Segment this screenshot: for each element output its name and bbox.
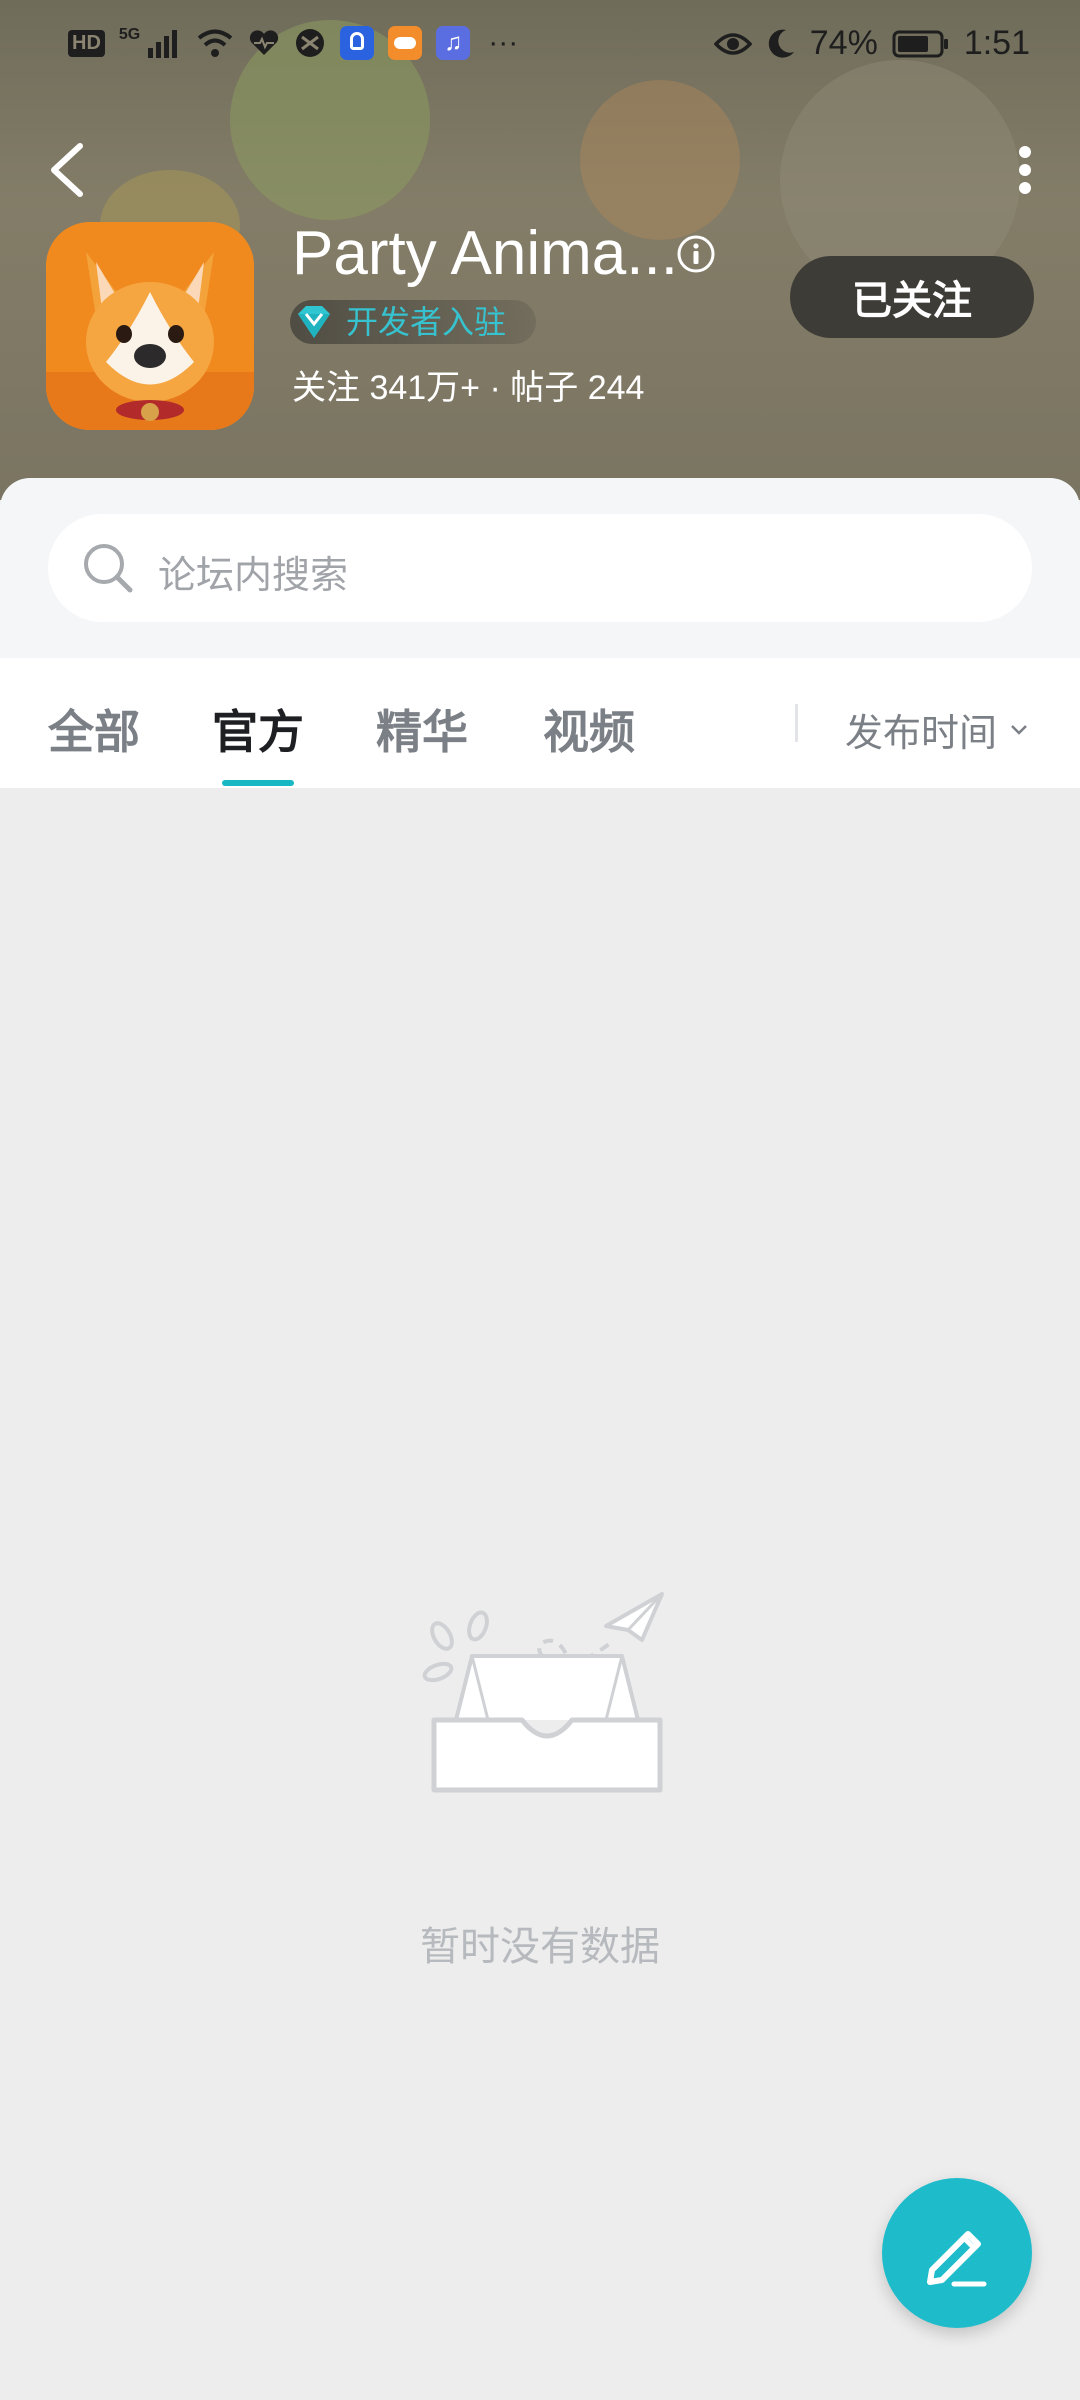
wifi-icon <box>197 29 233 57</box>
tab-divider <box>795 704 798 742</box>
eye-comfort-icon <box>713 32 752 55</box>
sort-dropdown[interactable]: 发布时间 <box>845 702 1029 757</box>
forum-header: HD 5G ♫ ··· 74% 1:51 Party Anima... 开发者入… <box>0 0 1080 500</box>
corgi-logo-image <box>46 222 254 430</box>
empty-inbox-icon <box>422 1592 664 1793</box>
tab-all[interactable]: 全部 <box>48 696 140 762</box>
clock: 1:51 <box>963 24 1030 62</box>
heart-rate-icon <box>250 30 279 55</box>
battery-percent: 74% <box>809 24 878 62</box>
search-icon <box>84 544 133 593</box>
moon-icon <box>768 29 794 58</box>
browser-icon <box>296 29 325 57</box>
more-notifications-label: ··· <box>488 26 519 59</box>
search-placeholder: 论坛内搜索 <box>158 555 349 597</box>
background-blob <box>580 80 740 240</box>
info-icon[interactable] <box>676 234 716 274</box>
compose-post-button[interactable] <box>882 2178 1032 2328</box>
more-vertical-icon[interactable] <box>1010 140 1040 200</box>
forum-app-icon[interactable] <box>46 222 254 430</box>
edit-pen-icon <box>927 2231 987 2287</box>
status-bar: HD 5G ♫ ··· 74% 1:51 <box>0 0 1080 90</box>
signal-icon <box>148 30 178 58</box>
hd-label: HD <box>68 29 105 57</box>
developer-badge: 开发者入驻 <box>290 300 537 344</box>
forum-title: Party Anima... <box>292 219 678 288</box>
tab-official[interactable]: 官方 <box>212 696 304 762</box>
game-app-icon <box>388 26 423 60</box>
diamond-icon <box>298 306 330 338</box>
back-arrow-icon[interactable] <box>44 140 92 200</box>
network-type-label: 5G <box>118 26 141 43</box>
tips-app-icon <box>340 26 375 60</box>
empty-state-message: 暂时没有数据 <box>420 1925 660 1969</box>
search-input[interactable]: 论坛内搜索 <box>48 514 1032 622</box>
follow-button[interactable]: 已关注 <box>790 256 1034 338</box>
tab-featured[interactable]: 精华 <box>376 696 468 762</box>
tab-video[interactable]: 视频 <box>543 696 635 762</box>
sort-label: 发布时间 <box>845 713 998 755</box>
active-tab-indicator <box>222 780 294 786</box>
tab-bar: 全部 官方 精华 视频 发布时间 <box>0 658 1080 788</box>
chevron-down-icon <box>1011 724 1027 735</box>
search-panel: 论坛内搜索 <box>0 478 1080 658</box>
forum-stats: 关注 341万+ · 帖子 244 <box>292 369 645 407</box>
battery-icon <box>892 30 948 57</box>
developer-badge-label: 开发者入驻 <box>346 304 507 340</box>
music-app-icon: ♫ <box>436 26 471 60</box>
